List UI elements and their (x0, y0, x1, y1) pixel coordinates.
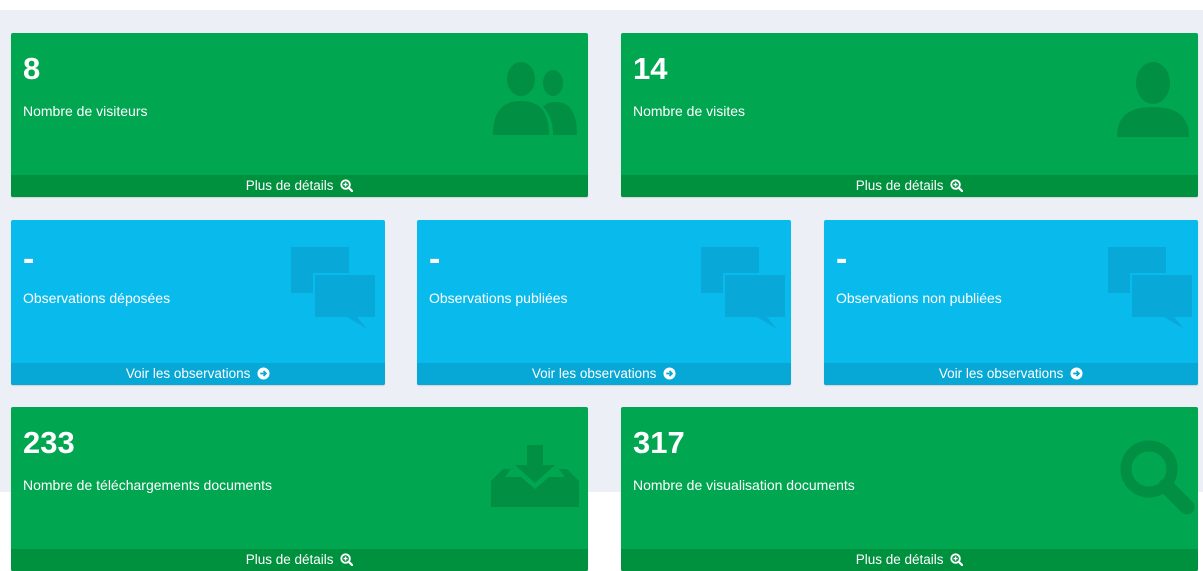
observations-unpublished-label: Observations non publiées (836, 290, 1002, 306)
visitors-label: Nombre de visiteurs (23, 103, 148, 119)
arrow-circle-right-icon (1070, 367, 1083, 380)
visitors-details-link[interactable]: Plus de détails (11, 175, 588, 197)
views-count: 317 (633, 425, 685, 460)
visits-label: Nombre de visites (633, 103, 746, 119)
observations-unpublished-box: - Observations non publiées Voir les obs… (824, 220, 1198, 385)
view-observations-label: Voir les observations (938, 366, 1064, 381)
downloads-details-link[interactable]: Plus de détails (11, 549, 588, 571)
visits-count: 14 (633, 51, 668, 86)
arrow-circle-right-icon (663, 367, 676, 380)
downloads-label: Nombre de téléchargements documents (23, 477, 273, 493)
views-stat-box: 317 Nombre de visualisation documents Pl… (621, 407, 1198, 571)
observations-submitted-label: Observations déposées (23, 290, 171, 306)
arrow-circle-right-icon (257, 367, 270, 380)
visitors-count: 8 (23, 51, 41, 86)
comments-icon (701, 247, 785, 329)
visits-details-link[interactable]: Plus de détails (621, 175, 1198, 197)
observations-published-link[interactable]: Voir les observations (417, 363, 791, 385)
details-link-label: Plus de détails (855, 178, 944, 193)
observations-published-box: - Observations publiées Voir les observa… (417, 220, 791, 385)
search-icon (1120, 440, 1195, 515)
details-link-label: Plus de détails (855, 552, 944, 567)
downloads-stat-box: 233 Nombre de téléchargements documents … (11, 407, 588, 571)
details-link-label: Plus de détails (245, 178, 334, 193)
zoom-in-icon (340, 553, 354, 566)
visitors-stat-box: 8 Nombre de visiteurs Plus de détails (11, 33, 588, 197)
zoom-in-icon (950, 179, 964, 192)
observations-unpublished-count: - (836, 240, 848, 278)
details-link-label: Plus de détails (245, 552, 334, 567)
zoom-in-icon (950, 553, 964, 566)
observations-unpublished-link[interactable]: Voir les observations (824, 363, 1198, 385)
observations-submitted-link[interactable]: Voir les observations (11, 363, 385, 385)
views-details-link[interactable]: Plus de détails (621, 549, 1198, 571)
zoom-in-icon (340, 179, 354, 192)
observations-submitted-count: - (23, 240, 35, 278)
view-observations-label: Voir les observations (531, 366, 657, 381)
user-icon (1117, 62, 1189, 137)
observations-published-label: Observations publiées (429, 290, 568, 306)
comments-icon (291, 247, 375, 329)
downloads-count: 233 (23, 425, 75, 460)
views-label: Nombre de visualisation documents (633, 477, 855, 493)
observations-published-count: - (429, 240, 441, 278)
observations-submitted-box: - Observations déposées Voir les observa… (11, 220, 385, 385)
view-observations-label: Voir les observations (125, 366, 251, 381)
users-icon (493, 62, 577, 135)
comments-icon (1108, 247, 1192, 329)
download-tray-icon (491, 445, 579, 507)
visits-stat-box: 14 Nombre de visites Plus de détails (621, 33, 1198, 197)
